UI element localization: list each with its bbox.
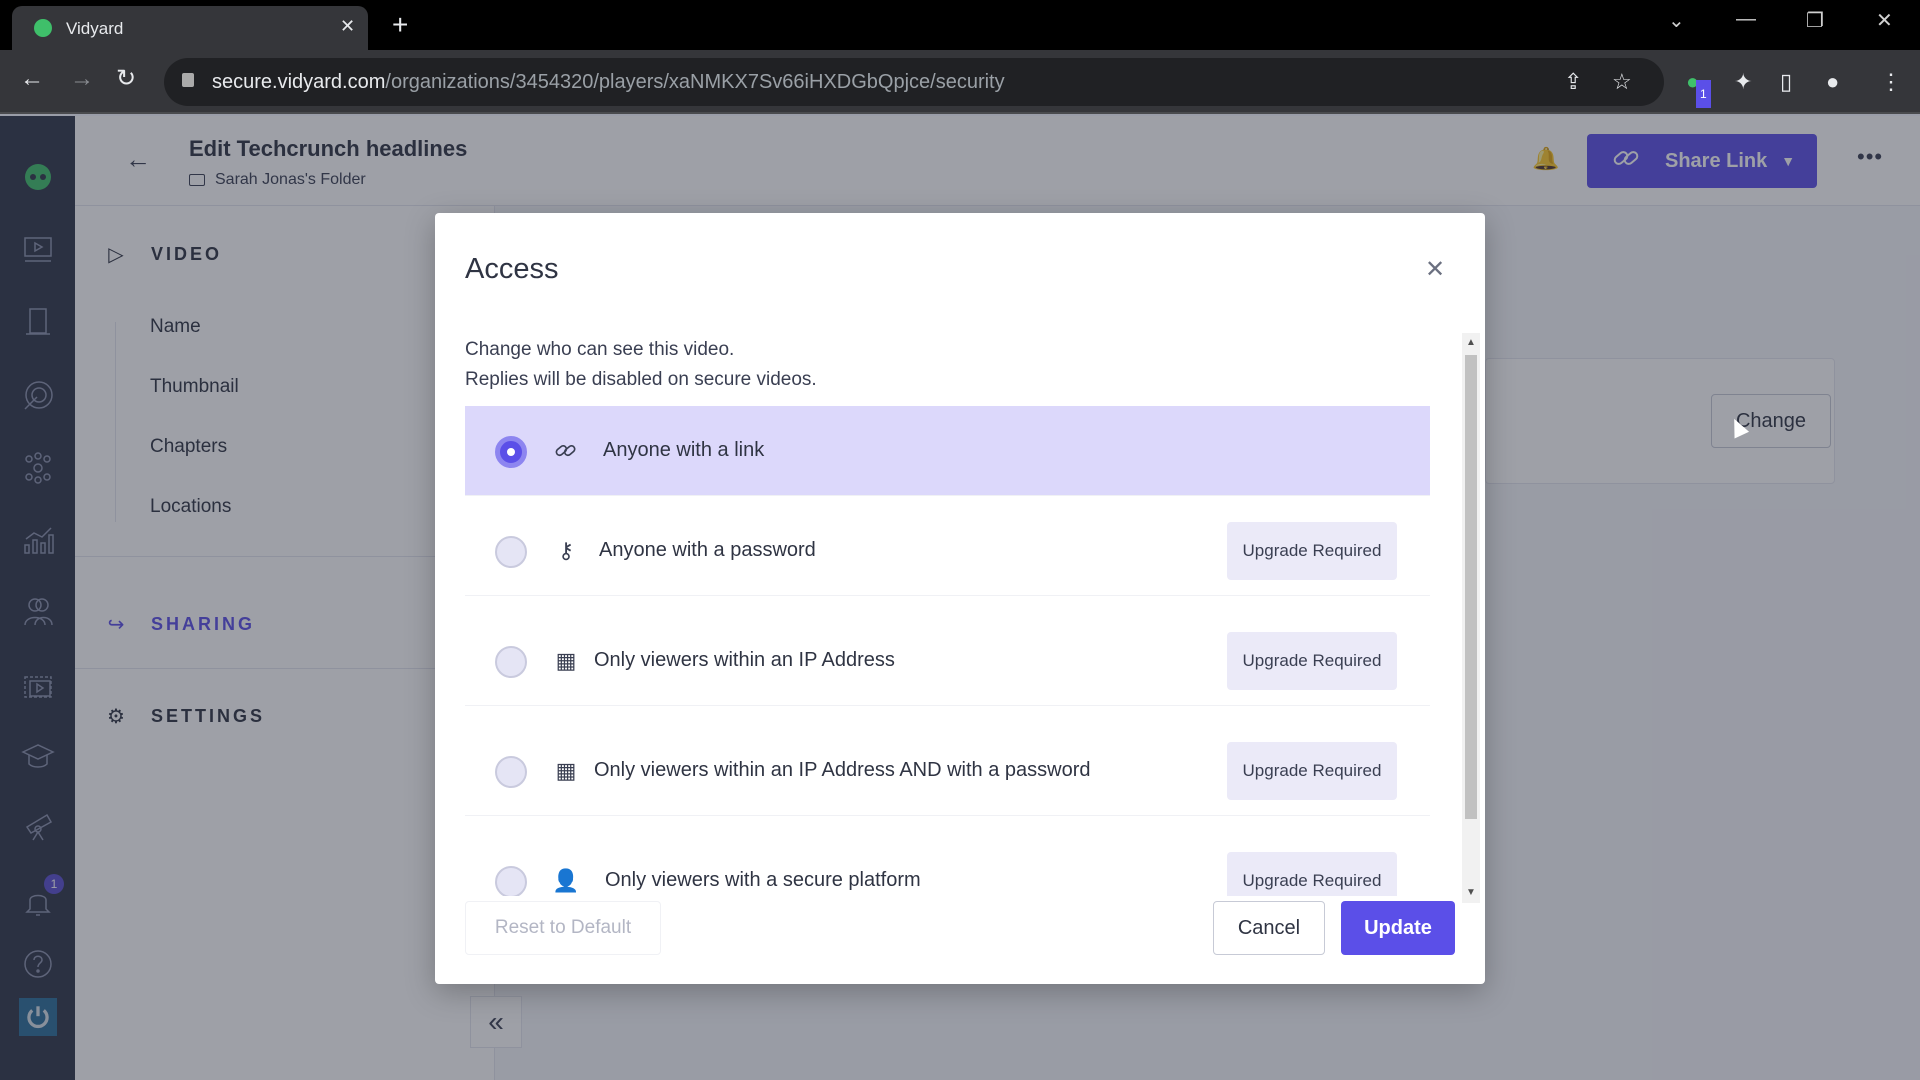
extensions-puzzle-icon[interactable]: ✦ (1734, 68, 1752, 96)
new-tab-button[interactable]: + (392, 8, 408, 42)
access-options-list: Anyone with a link ⚷ Anyone with a passw… (465, 406, 1430, 896)
option-ip-address-and-password[interactable]: ▦ Only viewers within an IP Address AND … (465, 726, 1430, 816)
upgrade-required-badge[interactable]: Upgrade Required (1227, 522, 1397, 580)
profile-avatar-icon[interactable]: ● (1826, 68, 1839, 96)
tab-close-icon[interactable]: ✕ (340, 16, 355, 37)
access-modal: Access ✕ Change who can see this video. … (435, 213, 1485, 984)
tab-list-icon[interactable]: ⌄ (1668, 8, 1685, 33)
url-text[interactable]: secure.vidyard.com/organizations/3454320… (212, 71, 1005, 94)
side-panel-icon[interactable]: ▯ (1780, 68, 1792, 96)
browser-tab-bar: Vidyard ✕ + ⌄ — ❐ ✕ (0, 0, 1920, 50)
reset-to-default-button[interactable]: Reset to Default (465, 901, 661, 955)
option-secure-platform[interactable]: 👤 Only viewers with a secure platform Up… (465, 836, 1430, 896)
tab-title: Vidyard (66, 19, 124, 38)
extension-badge: 1 (1696, 80, 1711, 108)
building-icon: ▦ (555, 648, 577, 673)
options-scrollbar[interactable]: ▲ ▼ (1462, 333, 1480, 903)
key-icon: ⚷ (557, 538, 575, 563)
radio-unselected[interactable] (495, 866, 527, 896)
option-anyone-with-link[interactable]: Anyone with a link (465, 406, 1430, 496)
back-icon[interactable]: ← (20, 64, 44, 94)
modal-title: Access (465, 253, 559, 285)
restore-button[interactable]: ❐ (1806, 8, 1824, 33)
scroll-down-icon[interactable]: ▼ (1466, 887, 1476, 898)
window-close-button[interactable]: ✕ (1876, 8, 1893, 33)
browser-tab[interactable]: Vidyard ✕ (12, 6, 368, 50)
reload-icon[interactable]: ↻ (116, 64, 136, 94)
option-ip-address[interactable]: ▦ Only viewers within an IP Address Upgr… (465, 616, 1430, 706)
browser-toolbar: ← → ↻ secure.vidyard.com/organizations/3… (0, 50, 1920, 114)
upgrade-required-badge[interactable]: Upgrade Required (1227, 632, 1397, 690)
vidyard-favicon-icon (34, 19, 52, 37)
address-bar[interactable]: secure.vidyard.com/organizations/3454320… (164, 58, 1664, 106)
minimize-button[interactable]: — (1736, 8, 1756, 31)
update-button[interactable]: Update (1341, 901, 1455, 955)
user-shield-icon: 👤 (552, 868, 580, 893)
upgrade-required-badge[interactable]: Upgrade Required (1227, 742, 1397, 800)
close-icon[interactable]: ✕ (1425, 255, 1445, 284)
scroll-up-icon[interactable]: ▲ (1466, 337, 1476, 348)
modal-description: Change who can see this video. Replies w… (465, 339, 817, 390)
radio-selected[interactable] (495, 436, 527, 468)
forward-icon[interactable]: → (70, 64, 94, 94)
lock-icon (182, 73, 194, 87)
radio-unselected[interactable] (495, 646, 527, 678)
share-page-icon[interactable]: ⇪ (1564, 68, 1582, 96)
radio-unselected[interactable] (495, 756, 527, 788)
upgrade-required-badge[interactable]: Upgrade Required (1227, 852, 1397, 896)
vidyard-extension-icon[interactable]: ● 1 (1686, 68, 1711, 108)
bookmark-star-icon[interactable]: ☆ (1612, 68, 1632, 96)
scrollbar-thumb[interactable] (1465, 355, 1477, 819)
building-icon: ▦ (555, 758, 577, 783)
cancel-button[interactable]: Cancel (1213, 901, 1325, 955)
radio-unselected[interactable] (495, 536, 527, 568)
option-anyone-with-password[interactable]: ⚷ Anyone with a password Upgrade Require… (465, 506, 1430, 596)
browser-menu-icon[interactable]: ⋮ (1880, 68, 1902, 96)
link-icon (553, 436, 579, 466)
